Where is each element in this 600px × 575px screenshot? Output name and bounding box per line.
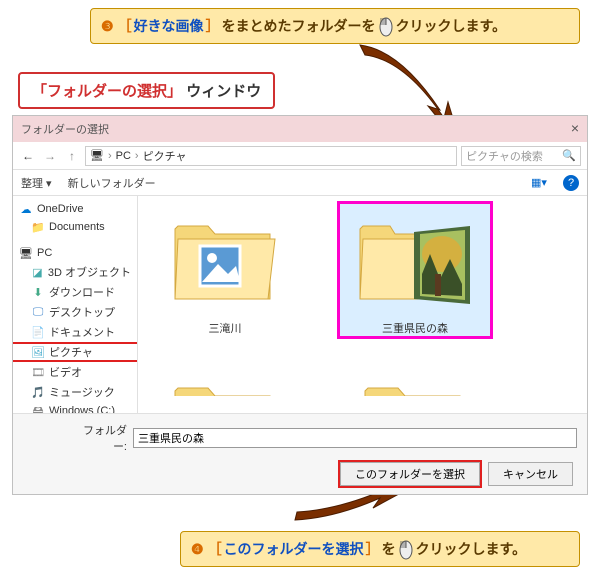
view-options-icon[interactable]: ▦▾ (531, 175, 547, 191)
drive-icon: 🖴 (31, 404, 45, 413)
cube-icon: ◪ (31, 265, 44, 279)
folder-item-miekenmin[interactable]: 三重県民の森 (340, 204, 490, 336)
search-placeholder: ピクチャの検索 (466, 148, 543, 164)
pc-icon: 🖥 (90, 149, 104, 162)
bracket-open: ［ (208, 539, 222, 559)
button-row: このフォルダーを選択 キャンセル (23, 462, 577, 486)
desktop-icon: 🖵 (31, 305, 45, 319)
document-icon: 📄 (31, 325, 45, 339)
dialog-footer: フォルダー: このフォルダーを選択 キャンセル (13, 413, 587, 494)
breadcrumb-current[interactable]: ピクチャ (143, 148, 187, 164)
folder-input-row: フォルダー: (23, 422, 577, 454)
address-bar-row: ← → ↑ 🖥 › PC › ピクチャ ピクチャの検索 🔍 (13, 142, 587, 170)
sidebar-item-pictures[interactable]: 🖼ピクチャ (13, 342, 137, 362)
folder-icon: 📁 (31, 220, 45, 234)
bracket-close: ］ (206, 16, 220, 36)
breadcrumb[interactable]: 🖥 › PC › ピクチャ (85, 146, 457, 166)
sidebar-item-drive-c[interactable]: 🖴Windows (C:) (13, 402, 137, 413)
pc-icon: 🖥 (19, 246, 33, 260)
sidebar-item-desktop[interactable]: 🖵デスクトップ (13, 302, 137, 322)
tail-text-2: クリックします。 (396, 16, 507, 36)
close-icon[interactable]: × (571, 120, 579, 136)
search-input[interactable]: ピクチャの検索 🔍 (461, 146, 581, 166)
folder-input-label: フォルダー: (73, 422, 127, 454)
folder-name-input[interactable] (133, 428, 577, 448)
tail-text: を (382, 539, 396, 559)
breadcrumb-root[interactable]: PC (116, 150, 131, 162)
titlebar: フォルダーの選択 × (13, 116, 587, 142)
folder-content-pane[interactable]: 三滝川 三重県民の森 (138, 196, 587, 413)
tail-text-2: クリックします。 (416, 539, 527, 559)
folder-item-partial[interactable] (150, 366, 300, 396)
chevron-right-icon: › (108, 150, 112, 162)
title-red: 「フォルダーの選択」 (32, 83, 182, 100)
title-black: ウィンドウ (186, 83, 261, 100)
instruction-callout-4: ❹ ［ このフォルダーを選択 ］ を クリックします。 (180, 531, 580, 567)
folder-item-mitakigawa[interactable]: 三滝川 (150, 204, 300, 336)
new-folder-button[interactable]: 新しいフォルダー (68, 175, 156, 191)
tail-text: をまとめたフォルダーを (222, 16, 376, 36)
nav-up-icon[interactable]: ↑ (63, 147, 81, 165)
folder-thumbnail (160, 366, 290, 396)
window-title-label: 「フォルダーの選択」 ウィンドウ (18, 72, 275, 109)
cloud-icon: ☁ (19, 202, 33, 216)
search-icon: 🔍 (562, 149, 576, 162)
nav-back-icon[interactable]: ← (19, 147, 37, 165)
step-number: ❹ (191, 541, 204, 558)
sidebar-item-downloads[interactable]: ⬇ダウンロード (13, 282, 137, 302)
folder-thumbnail (350, 366, 480, 396)
navigation-sidebar: ☁OneDrive 📁Documents 🖥PC ◪3D オブジェクト ⬇ダウン… (13, 196, 138, 413)
nav-forward-icon[interactable]: → (41, 147, 59, 165)
folder-thumbnail (350, 204, 480, 314)
sidebar-item-onedrive[interactable]: ☁OneDrive (13, 200, 137, 218)
toolbar: 整理 ▾ 新しいフォルダー ▦▾ ? (13, 170, 587, 196)
mouse-icon (398, 538, 414, 560)
sidebar-item-videos[interactable]: 🎞ビデオ (13, 362, 137, 382)
sidebar-item-pc[interactable]: 🖥PC (13, 244, 137, 262)
folder-item-partial[interactable] (340, 366, 490, 396)
mouse-icon (378, 15, 394, 37)
bracket-text: 好きな画像 (134, 16, 204, 36)
select-folder-button[interactable]: このフォルダーを選択 (340, 462, 480, 486)
bracket-text: このフォルダーを選択 (224, 539, 364, 559)
main-area: ☁OneDrive 📁Documents 🖥PC ◪3D オブジェクト ⬇ダウン… (13, 196, 587, 413)
chevron-right-icon: › (135, 150, 139, 162)
window-title: フォルダーの選択 (21, 121, 109, 137)
pictures-icon: 🖼 (31, 345, 45, 359)
music-icon: 🎵 (31, 385, 45, 399)
organize-menu[interactable]: 整理 ▾ (21, 175, 52, 191)
download-icon: ⬇ (31, 285, 45, 299)
sidebar-item-documents2[interactable]: 📄ドキュメント (13, 322, 137, 342)
instruction-callout-3: ❸ ［ 好きな画像 ］ をまとめたフォルダーを クリックします。 (90, 8, 580, 44)
sidebar-item-music[interactable]: 🎵ミュージック (13, 382, 137, 402)
cancel-button[interactable]: キャンセル (488, 462, 573, 486)
bracket-open: ［ (118, 16, 132, 36)
folder-select-dialog: フォルダーの選択 × ← → ↑ 🖥 › PC › ピクチャ ピクチャの検索 🔍… (12, 115, 588, 495)
sidebar-item-3dobjects[interactable]: ◪3D オブジェクト (13, 262, 137, 282)
bracket-close: ］ (366, 539, 380, 559)
step-number: ❸ (101, 18, 114, 35)
sidebar-item-documents[interactable]: 📁Documents (13, 218, 137, 236)
folder-thumbnail (160, 204, 290, 314)
folder-label: 三重県民の森 (382, 320, 448, 336)
folder-label: 三滝川 (209, 320, 242, 336)
video-icon: 🎞 (31, 365, 45, 379)
help-icon[interactable]: ? (563, 175, 579, 191)
